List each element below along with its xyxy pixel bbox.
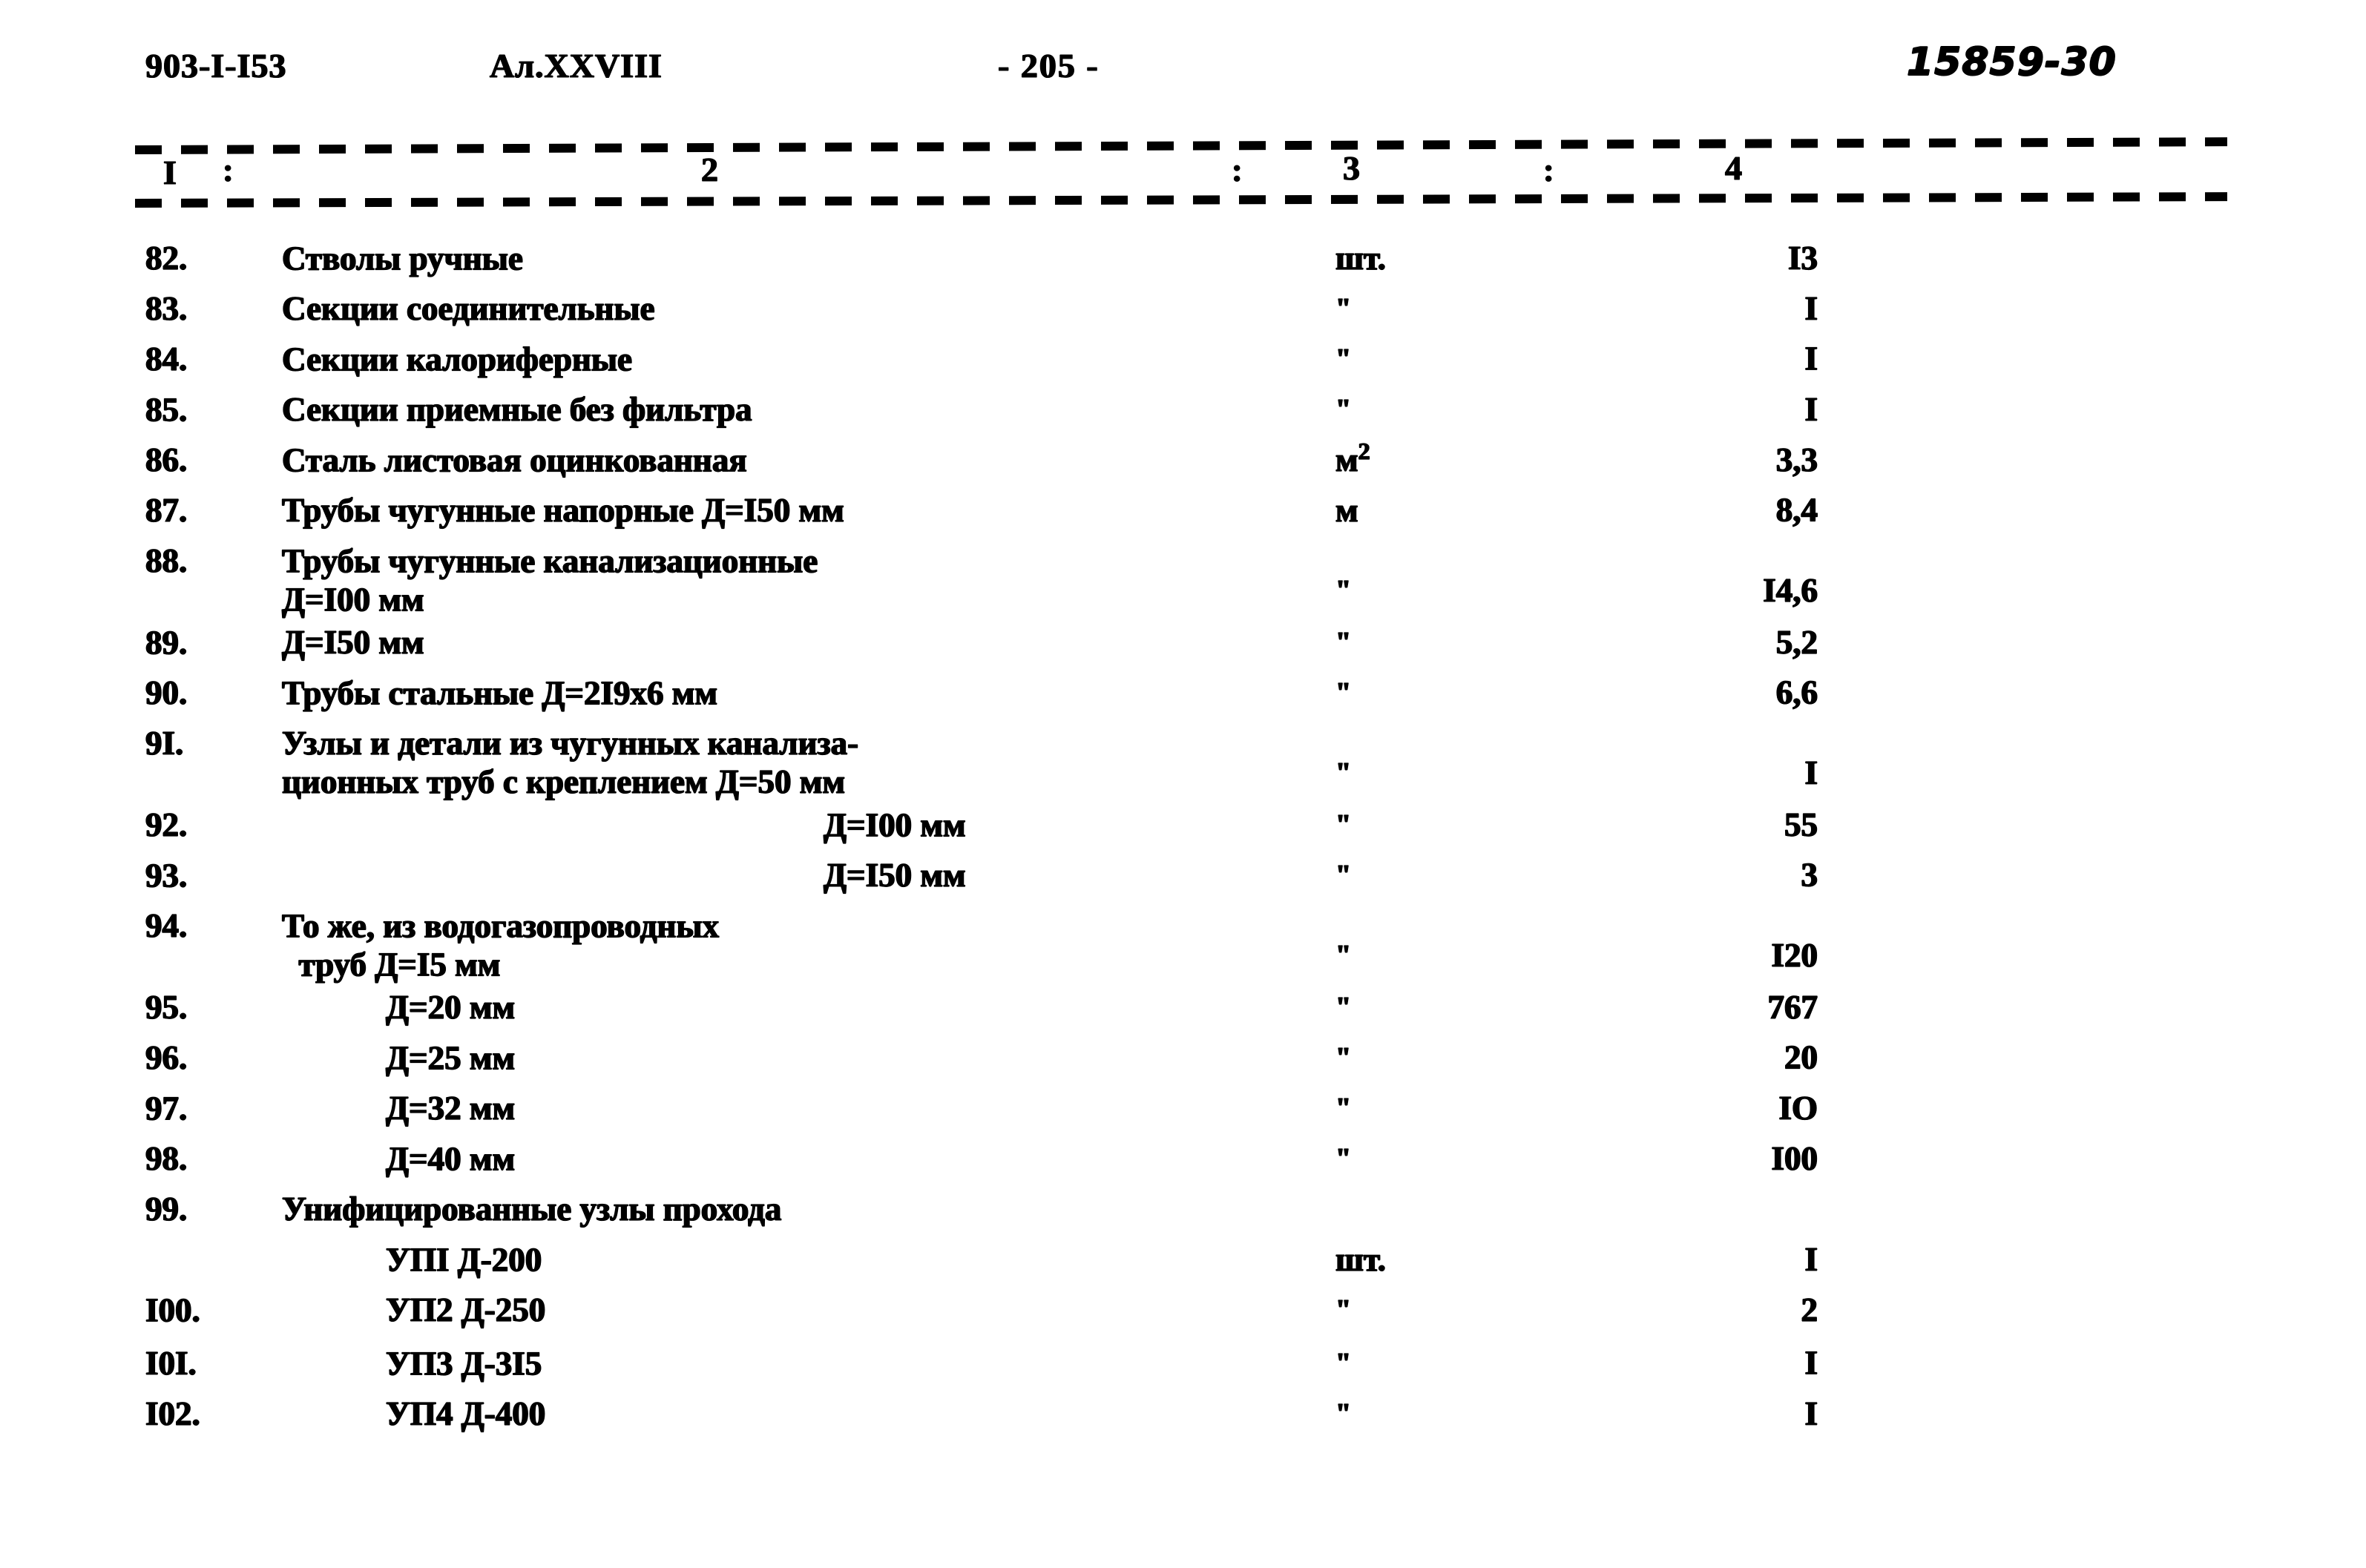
row-item-number: 92. bbox=[145, 806, 188, 843]
row-item-number: 99. bbox=[145, 1190, 188, 1228]
row-quantity: I bbox=[1804, 1240, 1818, 1278]
column-separator-2: : bbox=[1231, 151, 1243, 188]
row-unit-ditto: " bbox=[1335, 859, 1351, 891]
row-unit-ditto: " bbox=[1335, 757, 1351, 788]
row-description: Д=25 мм bbox=[385, 1039, 516, 1077]
row-description: Трубы стальные Д=2I9х6 мм bbox=[281, 674, 718, 712]
row-item-number: I00. bbox=[145, 1291, 200, 1329]
row-quantity: 55 bbox=[1784, 806, 1818, 843]
row-description: Секции калориферные bbox=[281, 340, 632, 378]
row-item-number: 84. bbox=[145, 340, 188, 378]
row-unit-ditto: " bbox=[1335, 393, 1351, 425]
row-item-number: 90. bbox=[145, 673, 188, 711]
row-description: Трубы чугунные канализационные Д=I00 мм bbox=[281, 542, 818, 619]
row-item-number: 82. bbox=[145, 239, 188, 277]
row-quantity: I bbox=[1804, 340, 1818, 378]
column-separator-3: : bbox=[1542, 151, 1554, 188]
row-quantity: I00 bbox=[1771, 1139, 1818, 1177]
row-description: Д=32 мм bbox=[385, 1089, 516, 1127]
row-description: Сталь листовая оцинкованная bbox=[281, 441, 747, 479]
column-header-3: 3 bbox=[1342, 148, 1360, 187]
archive-number: 15859-30 bbox=[1906, 39, 2117, 85]
row-unit-ditto: " bbox=[1335, 676, 1351, 708]
row-description: Д=40 мм bbox=[385, 1140, 516, 1178]
row-item-number: 87. bbox=[145, 491, 188, 529]
row-item-number: 97. bbox=[145, 1090, 188, 1127]
row-unit-ditto: " bbox=[1335, 1397, 1351, 1429]
row-item-number: 86. bbox=[145, 441, 188, 478]
row-unit-ditto: " bbox=[1335, 1347, 1351, 1379]
row-description: Узлы и детали из чугунных канализа- цион… bbox=[281, 724, 859, 800]
row-item-number: 93. bbox=[145, 857, 188, 895]
table-top-dashed-rule bbox=[134, 137, 2228, 154]
row-quantity: 20 bbox=[1784, 1038, 1818, 1076]
row-item-number: 88. bbox=[145, 541, 188, 579]
row-description: Д=I50 мм bbox=[281, 623, 424, 661]
row-quantity: 5,2 bbox=[1775, 623, 1818, 661]
row-description: УП4 Д-400 bbox=[385, 1394, 546, 1432]
row-item-number: 95. bbox=[145, 988, 188, 1026]
row-description: Секции соединительные bbox=[281, 289, 655, 327]
row-quantity: 8,4 bbox=[1775, 491, 1818, 529]
row-item-number: 89. bbox=[145, 624, 188, 662]
column-header-4: 4 bbox=[1724, 148, 1742, 187]
row-item-number: 9I. bbox=[145, 724, 184, 762]
row-quantity: IO bbox=[1778, 1089, 1818, 1127]
row-unit-ditto: " bbox=[1335, 939, 1351, 971]
row-unit: м2 bbox=[1335, 438, 1370, 478]
column-header-1: I bbox=[162, 153, 177, 191]
row-item-number: 94. bbox=[145, 906, 188, 944]
row-quantity: 767 bbox=[1767, 988, 1818, 1026]
row-description: Д=20 мм bbox=[385, 988, 516, 1026]
column-header-2: 2 bbox=[700, 150, 718, 188]
row-quantity: 6,6 bbox=[1775, 673, 1818, 711]
row-unit-ditto: " bbox=[1335, 1294, 1351, 1325]
column-separator-1: : bbox=[222, 151, 234, 188]
row-quantity: I bbox=[1804, 390, 1818, 428]
row-quantity: I bbox=[1804, 1394, 1818, 1432]
row-unit: шт. bbox=[1335, 239, 1386, 277]
row-description: Секции приемные без фильтра bbox=[281, 390, 752, 428]
row-item-number: I02. bbox=[145, 1394, 200, 1432]
row-item-number: 96. bbox=[145, 1038, 188, 1076]
row-quantity: I3 bbox=[1787, 239, 1818, 277]
row-quantity: I20 bbox=[1771, 936, 1818, 974]
row-item-number: I0I. bbox=[145, 1344, 197, 1382]
row-item-number: 83. bbox=[145, 289, 188, 327]
row-unit-ditto: " bbox=[1335, 1092, 1351, 1124]
page-header: 903-I-I53 Ал.XXVIII - 205 - 15859-30 bbox=[0, 39, 2366, 98]
row-description: УПI Д-200 bbox=[385, 1241, 542, 1279]
row-unit-ditto: " bbox=[1335, 1142, 1351, 1174]
row-unit: м bbox=[1335, 491, 1358, 529]
row-description: То же, из водогазопроводных труб Д=I5 мм bbox=[281, 907, 720, 984]
row-description: Стволы ручные bbox=[281, 240, 523, 277]
row-unit-ditto: " bbox=[1335, 1041, 1351, 1073]
row-unit-ditto: " bbox=[1335, 991, 1351, 1023]
page-number: - 205 - bbox=[997, 46, 1100, 85]
album-reference: Ал.XXVIII bbox=[489, 46, 663, 85]
row-quantity: I4,6 bbox=[1763, 571, 1818, 609]
row-unit-ditto: " bbox=[1335, 808, 1351, 840]
row-description: Унифицированные узлы прохода bbox=[281, 1190, 782, 1228]
document-code: 903-I-I53 bbox=[145, 46, 287, 85]
row-quantity: I bbox=[1804, 754, 1818, 791]
row-description: УП2 Д-250 bbox=[385, 1291, 546, 1328]
row-quantity: I bbox=[1804, 1344, 1818, 1382]
row-unit-ditto: " bbox=[1335, 574, 1351, 606]
row-item-number: 98. bbox=[145, 1139, 188, 1177]
row-quantity: 2 bbox=[1801, 1291, 1818, 1328]
row-quantity: I bbox=[1804, 289, 1818, 327]
row-unit-ditto: " bbox=[1335, 626, 1351, 658]
row-unit-ditto: " bbox=[1335, 292, 1351, 324]
row-description: Трубы чугунные напорные Д=I50 мм bbox=[281, 491, 844, 529]
row-quantity: 3 bbox=[1801, 856, 1818, 894]
row-unit-ditto: " bbox=[1335, 343, 1351, 375]
row-item-number: 85. bbox=[145, 391, 188, 429]
row-description: УП3 Д-3I5 bbox=[385, 1345, 542, 1383]
row-unit: шт. bbox=[1335, 1240, 1386, 1278]
table-column-header-row: I : 2 : 3 : 4 bbox=[0, 148, 2366, 205]
row-quantity: 3,3 bbox=[1775, 441, 1818, 478]
